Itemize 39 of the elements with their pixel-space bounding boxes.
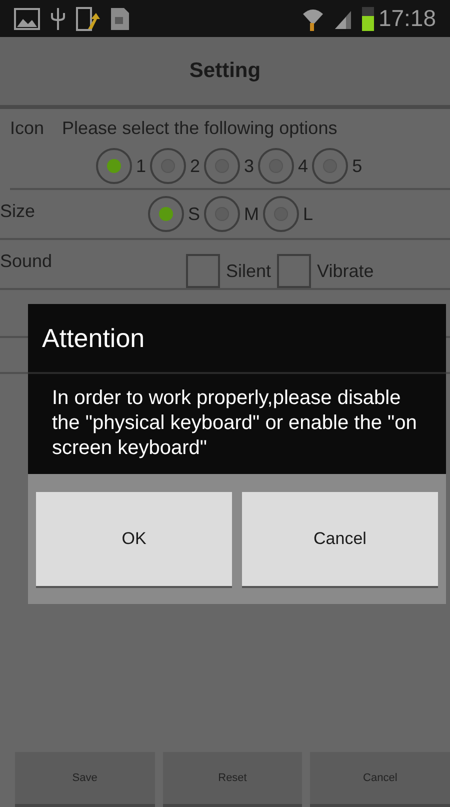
radio-label: 4 <box>298 154 308 178</box>
dialog-message: In order to work properly,please disable the "physical keyboard" or enable the "on screen keyboard" <box>52 386 418 461</box>
radio-label: M <box>244 202 260 226</box>
dialog-title: Attention <box>42 322 145 354</box>
battery-icon <box>362 6 374 30</box>
radio-button[interactable] <box>204 148 240 184</box>
checkbox-label: Vibrate <box>317 260 374 282</box>
dialog-button[interactable]: OK <box>36 492 232 586</box>
checkbox-label: Silent <box>226 260 272 282</box>
radio-button[interactable] <box>148 196 184 232</box>
setting-label: Icon <box>10 117 44 140</box>
bottom-button[interactable]: Cancel <box>310 752 450 807</box>
dialog-button[interactable]: Cancel <box>242 492 438 586</box>
setting-hint: Please select the following options <box>62 117 338 140</box>
bottom-button[interactable]: Reset <box>162 752 302 807</box>
setting-label: Size <box>0 200 36 223</box>
checkbox[interactable] <box>186 254 220 288</box>
screen-title: Setting <box>189 58 261 84</box>
checkbox[interactable] <box>277 254 312 288</box>
phone-upload-icon <box>76 6 100 30</box>
radio-button[interactable] <box>258 148 294 184</box>
sd-card-icon <box>110 6 130 30</box>
radio-button[interactable] <box>263 196 300 232</box>
radio-label: S <box>188 202 200 226</box>
wifi-icon <box>302 6 324 30</box>
setting-label: Sound <box>0 250 54 273</box>
radio-label: 2 <box>190 154 200 178</box>
radio-label: 5 <box>352 154 362 178</box>
radio-label: L <box>303 202 314 226</box>
radio-button[interactable] <box>312 148 348 184</box>
radio-button[interactable] <box>96 148 132 184</box>
radio-label: 3 <box>244 154 254 178</box>
picture-icon <box>14 8 40 30</box>
clock-time: 17:18 <box>378 4 436 34</box>
bottom-button[interactable]: Save <box>15 752 155 807</box>
radio-label: 1 <box>136 154 146 178</box>
radio-button[interactable] <box>204 196 240 232</box>
usb-icon <box>50 6 66 30</box>
radio-button[interactable] <box>150 148 186 184</box>
